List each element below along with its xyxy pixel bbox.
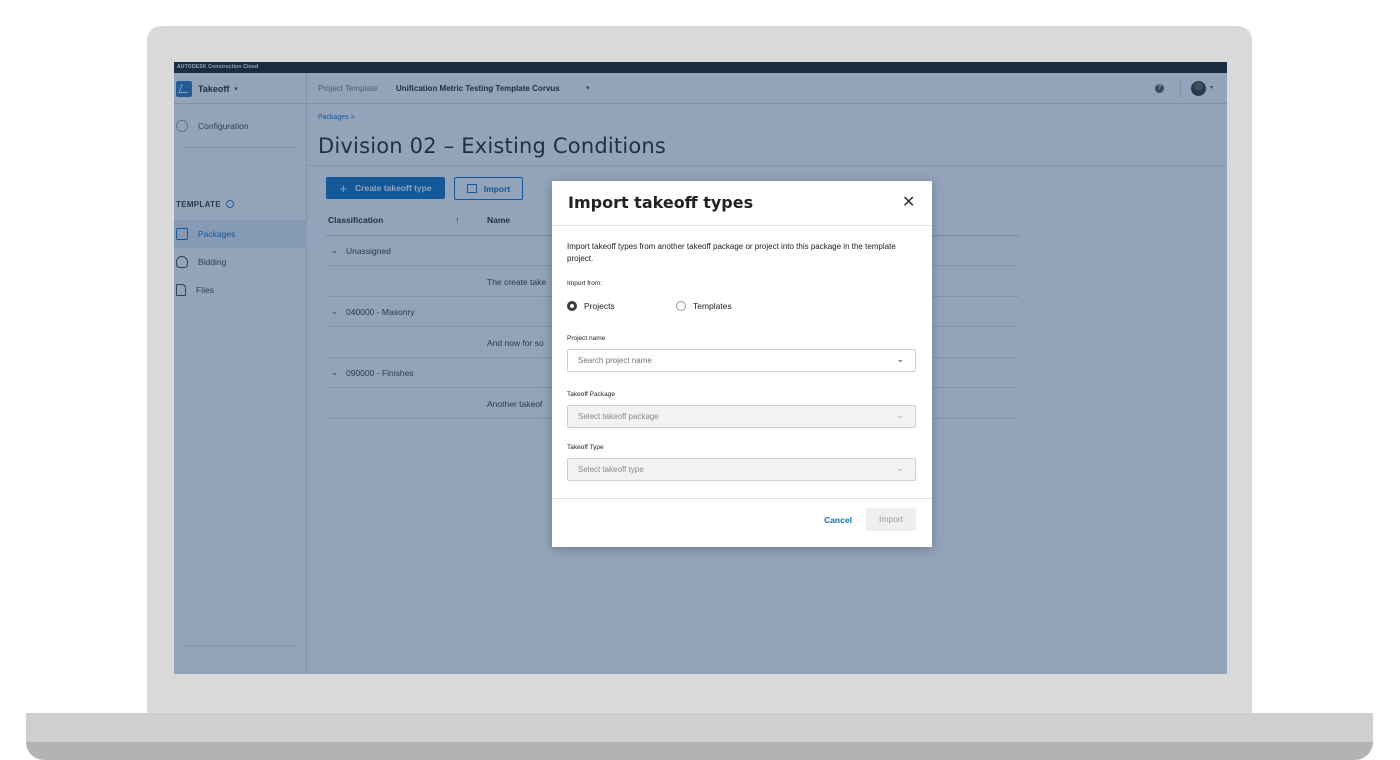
takeoff-package-placeholder: Select takeoff package [578,412,659,421]
chevron-down-icon[interactable]: ⌄ [896,410,904,421]
chevron-down-icon[interactable]: ⌄ [896,354,904,365]
takeoff-package-select[interactable]: Select takeoff package ⌄ [567,405,916,428]
radio-label: Templates [693,301,732,311]
cancel-button[interactable]: Cancel [818,509,858,531]
import-from-label: Import from: [567,280,603,287]
radio-templates[interactable]: Templates [676,301,732,311]
project-name-label: Project name [567,335,606,342]
dialog-description: Import takeoff types from another takeof… [567,242,896,263]
takeoff-package-label: Takeoff Package [567,391,615,398]
dialog-footer-divider [552,498,932,499]
project-name-placeholder: Search project name [578,356,652,365]
chevron-down-icon[interactable]: ⌄ [896,463,904,474]
close-icon[interactable]: ✕ [902,193,915,213]
dialog-header-divider [552,225,932,226]
laptop-base [26,713,1373,744]
app-screen: AUTODESK Construction Cloud Takeoff ▾ Pr… [174,62,1227,674]
laptop-base-edge [26,742,1373,760]
takeoff-type-select[interactable]: Select takeoff type ⌄ [567,458,916,481]
import-takeoff-types-dialog: Import takeoff types ✕ Import takeoff ty… [552,181,932,547]
dialog-title: Import takeoff types [568,193,754,212]
project-name-select[interactable]: Search project name ⌄ [567,349,916,372]
takeoff-type-label: Takeoff Type [567,444,604,451]
radio-unchecked-icon[interactable] [676,301,686,311]
takeoff-type-placeholder: Select takeoff type [578,465,644,474]
radio-label: Projects [584,301,615,311]
dialog-import-button[interactable]: Import [866,508,916,531]
radio-checked-icon[interactable] [567,301,577,311]
radio-projects[interactable]: Projects [567,301,615,311]
